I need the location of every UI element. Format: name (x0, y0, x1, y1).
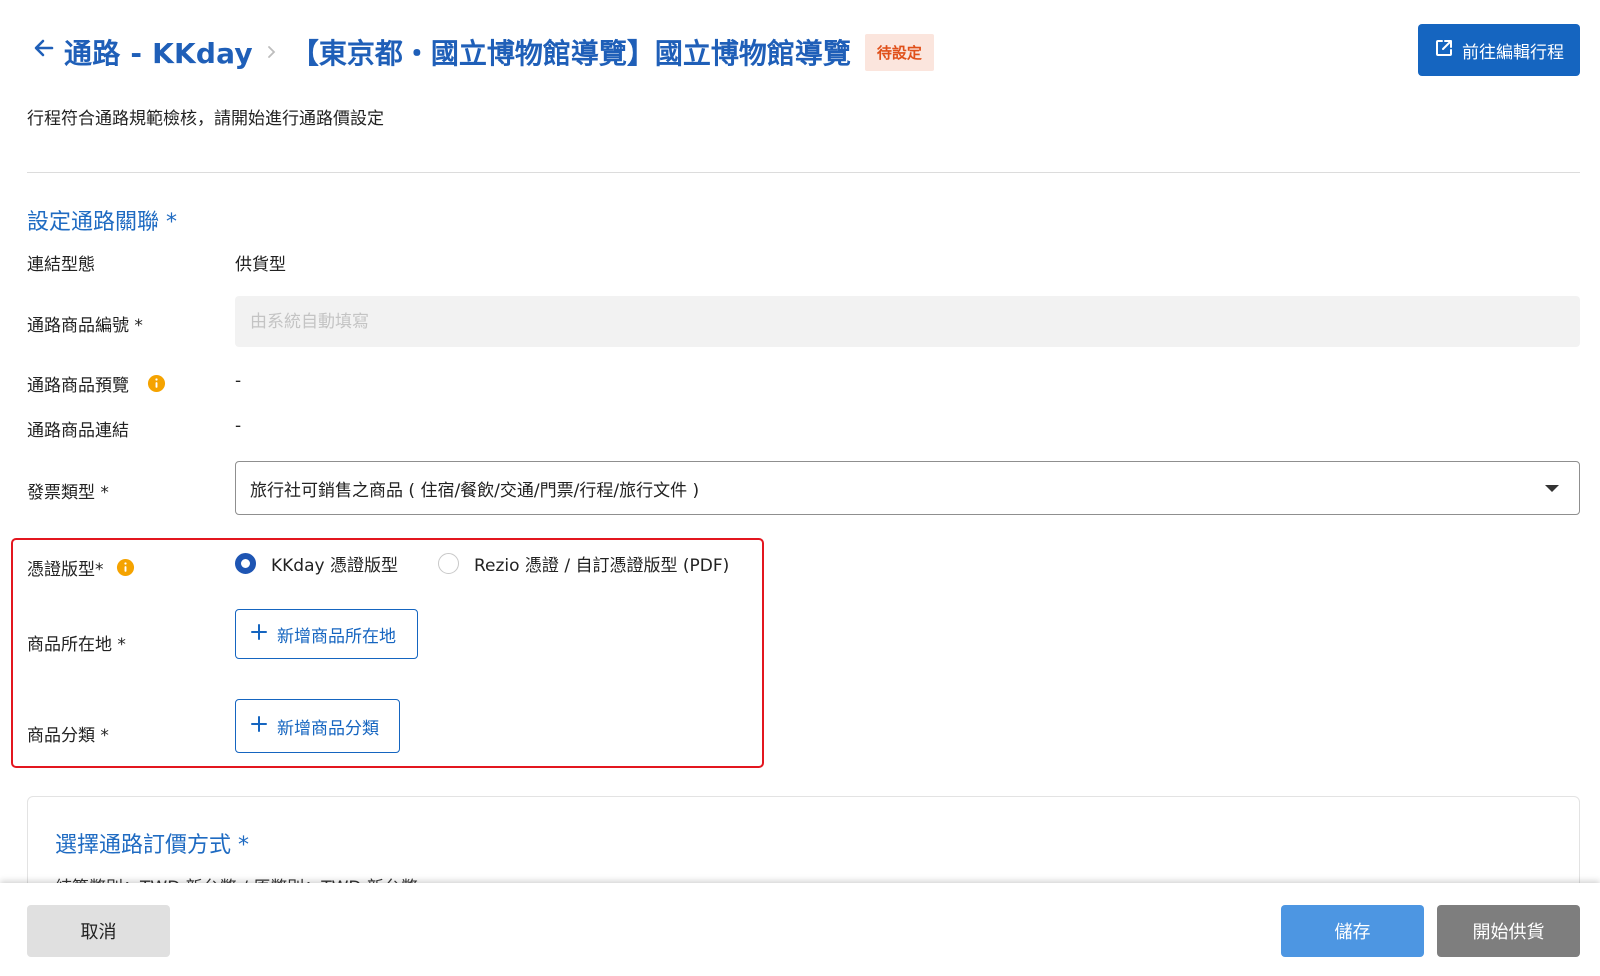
section-title-channel-link: 設定通路關聯 * (27, 210, 177, 235)
channel-title[interactable]: 通路 - KKday (64, 32, 253, 72)
plus-icon (251, 715, 267, 737)
radio-rezio-voucher[interactable]: Rezio 憑證 / 自訂憑證版型 (PDF) (437, 551, 730, 576)
product-link-label: 通路商品連結 (27, 421, 129, 441)
section-title-pricing: 選擇通路訂價方式 * (55, 833, 249, 858)
arrow-left-icon[interactable] (28, 32, 60, 64)
add-location-label: 新增商品所在地 (277, 626, 396, 647)
start-supply-button[interactable]: 開始供貨 (1437, 905, 1580, 957)
add-category-button[interactable]: 新增商品分類 (235, 699, 400, 753)
voucher-label-row: 憑證版型* (27, 555, 135, 580)
link-type-value: 供貨型 (235, 255, 286, 275)
link-type-label: 連結型態 (27, 255, 95, 275)
radio-unchecked[interactable] (437, 553, 459, 574)
radio-label: Rezio 憑證 / 自訂憑證版型 (PDF) (473, 556, 730, 576)
product-link-value: - (235, 416, 242, 436)
product-code-input (235, 296, 1580, 347)
edit-itinerary-label: 前往編輯行程 (1462, 42, 1564, 63)
info-icon[interactable] (147, 374, 166, 393)
invoice-type-value: 旅行社可銷售之商品 ( 住宿/餐飲/交通/門票/行程/旅行文件 ) (250, 480, 700, 501)
header-divider (27, 172, 1580, 173)
plus-icon (251, 623, 267, 645)
radio-checked[interactable] (235, 553, 256, 574)
status-badge: 待設定 (864, 33, 934, 71)
invoice-type-select[interactable]: 旅行社可銷售之商品 ( 住宿/餐飲/交通/門票/行程/旅行文件 ) (235, 461, 1580, 515)
preview-label: 通路商品預覽 (27, 376, 129, 396)
info-icon[interactable] (116, 558, 135, 577)
product-title: 【東京都・國立博物館導覽】國立博物館導覽 (290, 37, 851, 70)
page: 通路 - KKday 【東京都・國立博物館導覽】國立博物館導覽 待設定 前往編輯… (0, 0, 1600, 976)
product-code-label: 通路商品編號 * (27, 316, 143, 336)
radio-kkday-voucher[interactable]: KKday 憑證版型 (235, 551, 398, 576)
voucher-label: 憑證版型* (27, 560, 104, 580)
location-label: 商品所在地 * (27, 635, 126, 655)
edit-itinerary-button[interactable]: 前往編輯行程 (1418, 24, 1580, 76)
footer-bar: 取消 儲存 開始供貨 (0, 883, 1600, 976)
chevron-right-icon (267, 45, 277, 59)
save-button[interactable]: 儲存 (1281, 905, 1424, 957)
external-link-icon (1434, 38, 1454, 63)
caret-down-icon (1545, 484, 1559, 492)
add-category-label: 新增商品分類 (277, 718, 379, 739)
page-header: 通路 - KKday 【東京都・國立博物館導覽】國立博物館導覽 待設定 前往編輯… (28, 24, 1580, 78)
radio-label: KKday 憑證版型 (271, 556, 398, 576)
add-location-button[interactable]: 新增商品所在地 (235, 609, 418, 659)
cancel-button[interactable]: 取消 (27, 905, 170, 957)
preview-label-row: 通路商品預覽 (27, 371, 166, 396)
voucher-radio-group: KKday 憑證版型 Rezio 憑證 / 自訂憑證版型 (PDF) (235, 551, 769, 576)
page-subtitle: 行程符合通路規範檢核，請開始進行通路價設定 (27, 109, 384, 129)
preview-value: - (235, 371, 242, 391)
invoice-type-label: 發票類型 * (27, 483, 109, 503)
category-label: 商品分類 * (27, 726, 109, 746)
